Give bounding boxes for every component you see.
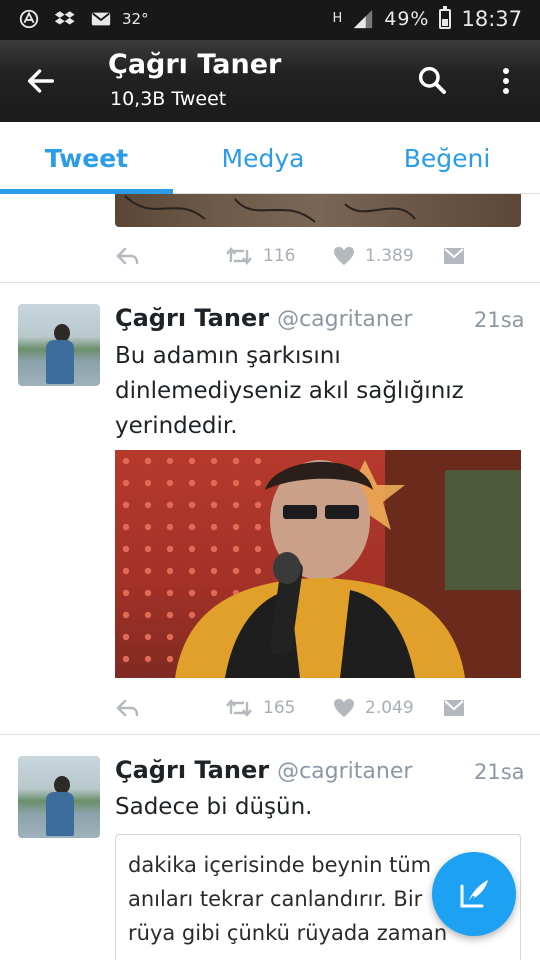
tweet-media-image[interactable] bbox=[115, 450, 521, 678]
direct-message-icon[interactable] bbox=[443, 698, 465, 718]
reply-icon[interactable] bbox=[115, 246, 139, 266]
heart-icon bbox=[334, 246, 354, 266]
author-handle[interactable]: @cagritaner bbox=[277, 307, 412, 332]
quote-line: rüya gibi çünkü rüyada zaman bbox=[128, 921, 448, 945]
navigation-app-icon bbox=[19, 9, 39, 29]
retweet-button[interactable]: 116 bbox=[225, 246, 295, 266]
status-bar: 32° H 49% 18:37 bbox=[0, 0, 540, 40]
tweet-time: 21sa bbox=[474, 308, 525, 332]
like-count: 2.049 bbox=[365, 698, 414, 718]
tab-tweet[interactable]: Tweet bbox=[0, 122, 173, 194]
reply-icon[interactable] bbox=[115, 698, 139, 718]
retweet-icon bbox=[226, 699, 252, 717]
retweet-count: 165 bbox=[263, 698, 296, 718]
like-count: 1.389 bbox=[365, 246, 414, 266]
profile-header: Çağrı Taner 10,3B Tweet bbox=[0, 40, 540, 122]
like-button[interactable]: 2.049 bbox=[333, 698, 414, 718]
battery-icon bbox=[439, 6, 452, 29]
author-handle[interactable]: @cagritaner bbox=[277, 759, 412, 784]
tweet-divider bbox=[0, 282, 540, 283]
back-arrow-icon[interactable] bbox=[24, 64, 58, 98]
timeline[interactable]: 116 1.389 Çağrı Taner @cagritaner 21sa B… bbox=[0, 194, 540, 960]
tweet-count: 10,3B Tweet bbox=[110, 88, 227, 110]
tweet-header: Çağrı Taner @cagritaner bbox=[115, 304, 412, 332]
tweet-text: Bu adamın şarkısını dinlemediyseniz akıl… bbox=[115, 339, 520, 444]
compose-tweet-button[interactable] bbox=[432, 852, 516, 936]
heart-icon bbox=[334, 698, 354, 718]
profile-tabs: Tweet Medya Beğeni bbox=[0, 122, 540, 194]
temperature: 32° bbox=[122, 10, 149, 28]
dropbox-icon bbox=[54, 11, 75, 25]
avatar[interactable] bbox=[18, 304, 100, 386]
tweet-text-line: yerindedir. bbox=[115, 413, 238, 439]
battery-percent: 49% bbox=[384, 8, 430, 30]
mail-icon bbox=[91, 12, 111, 26]
author-name[interactable]: Çağrı Taner bbox=[115, 304, 269, 332]
clock: 18:37 bbox=[461, 7, 522, 31]
like-button[interactable]: 1.389 bbox=[333, 246, 414, 266]
tweet-divider bbox=[0, 734, 540, 735]
tweet-text-line: dinlemediyseniz akıl sağlığınız bbox=[115, 378, 464, 404]
tweet-text: Sadece bi düşün. bbox=[115, 794, 313, 820]
tab-begeni[interactable]: Beğeni bbox=[357, 122, 537, 194]
network-type: H bbox=[332, 11, 343, 26]
retweet-count: 116 bbox=[263, 246, 296, 266]
quote-line-partial bbox=[128, 835, 135, 845]
profile-title: Çağrı Taner bbox=[108, 49, 282, 80]
compose-icon bbox=[460, 880, 488, 908]
tweet-header: Çağrı Taner @cagritaner bbox=[115, 756, 412, 784]
retweet-button[interactable]: 165 bbox=[225, 698, 295, 718]
more-options-icon[interactable] bbox=[494, 66, 518, 96]
quote-line: anıları tekrar canlandırır. Bir bbox=[128, 887, 423, 911]
quote-line: dakika içerisinde beynin tüm bbox=[128, 853, 432, 877]
tweet-media-image[interactable] bbox=[115, 194, 521, 227]
signal-icon bbox=[354, 9, 373, 29]
avatar[interactable] bbox=[18, 756, 100, 838]
retweet-icon bbox=[226, 247, 252, 265]
tweet-text-line: Bu adamın şarkısını bbox=[115, 343, 341, 369]
author-name[interactable]: Çağrı Taner bbox=[115, 756, 269, 784]
tweet-time: 21sa bbox=[474, 760, 525, 784]
search-icon[interactable] bbox=[416, 64, 448, 96]
direct-message-icon[interactable] bbox=[443, 246, 465, 266]
tab-medya[interactable]: Medya bbox=[173, 122, 353, 194]
